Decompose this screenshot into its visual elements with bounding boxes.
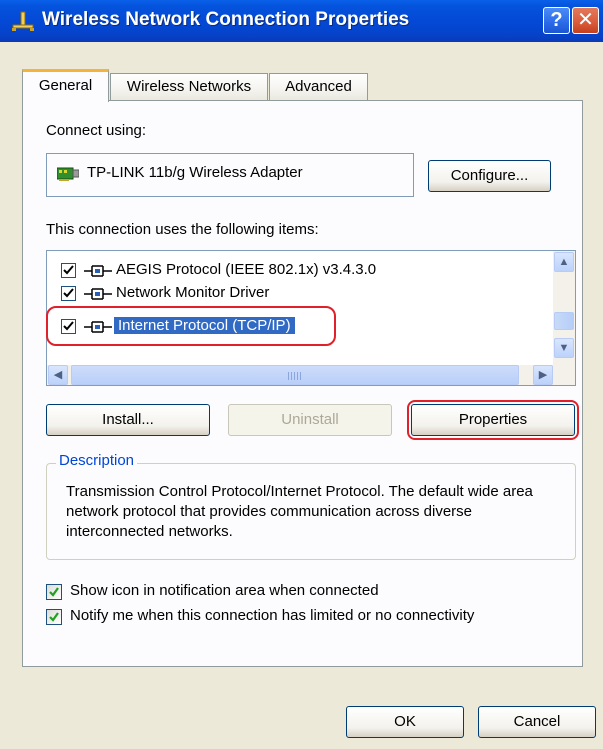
- adapter-name: TP-LINK 11b/g Wireless Adapter: [87, 164, 303, 181]
- scroll-right-button[interactable]: ▶: [533, 365, 553, 385]
- item-checkbox[interactable]: [61, 319, 76, 334]
- item-checkbox[interactable]: [61, 263, 76, 278]
- items-label: This connection uses the following items…: [46, 221, 319, 238]
- adapter-box: TP-LINK 11b/g Wireless Adapter: [46, 153, 414, 197]
- checkmark-icon: [63, 265, 74, 275]
- title-bar[interactable]: Wireless Network Connection Properties ?…: [0, 0, 603, 42]
- tab-advanced[interactable]: Advanced: [269, 73, 368, 101]
- components-list[interactable]: AEGIS Protocol (IEEE 802.1x) v3.4.3.0 Ne…: [46, 250, 576, 386]
- properties-button[interactable]: Properties: [411, 404, 575, 436]
- configure-button[interactable]: Configure...: [428, 160, 551, 192]
- scroll-left-button[interactable]: ◀: [48, 365, 68, 385]
- ok-button[interactable]: OK: [346, 706, 464, 738]
- horizontal-scroll-thumb[interactable]: [71, 365, 519, 385]
- install-button[interactable]: Install...: [46, 404, 210, 436]
- uninstall-button: Uninstall: [228, 404, 392, 436]
- connect-using-label: Connect using:: [46, 122, 147, 139]
- item-label: Internet Protocol (TCP/IP): [114, 317, 295, 334]
- network-protocol-icon: [84, 288, 112, 300]
- vertical-scrollbar[interactable]: ▲ ▼: [553, 251, 575, 366]
- network-connection-icon: [12, 11, 34, 31]
- checkmark-icon: [63, 321, 74, 331]
- description-text: Transmission Control Protocol/Internet P…: [66, 483, 533, 540]
- properties-dialog: Wireless Network Connection Properties ?…: [0, 0, 603, 749]
- scroll-grip-icon: [288, 372, 302, 380]
- tab-wireless-networks[interactable]: Wireless Networks: [110, 73, 268, 101]
- show-icon-label[interactable]: Show icon in notification area when conn…: [70, 582, 379, 599]
- network-adapter-icon: [57, 167, 79, 181]
- scroll-up-button[interactable]: ▲: [554, 252, 574, 272]
- network-protocol-icon: [84, 321, 112, 333]
- item-label: Network Monitor Driver: [116, 284, 270, 301]
- show-icon-checkbox[interactable]: [46, 584, 62, 600]
- horizontal-scrollbar[interactable]: ◀ ▶: [47, 365, 575, 385]
- notify-checkbox[interactable]: [46, 609, 62, 625]
- description-title: Description: [56, 452, 138, 469]
- item-checkbox[interactable]: [61, 286, 76, 301]
- checkmark-icon: [63, 288, 74, 298]
- close-button[interactable]: ✕: [572, 7, 599, 34]
- tab-general[interactable]: General: [22, 69, 109, 102]
- scroll-down-button[interactable]: ▼: [554, 338, 574, 358]
- checkmark-icon: [49, 587, 59, 597]
- help-button[interactable]: ?: [543, 7, 570, 34]
- notify-label[interactable]: Notify me when this connection has limit…: [70, 607, 474, 624]
- item-label: AEGIS Protocol (IEEE 802.1x) v3.4.3.0: [116, 261, 377, 278]
- checkmark-icon: [49, 612, 59, 622]
- cancel-button[interactable]: Cancel: [478, 706, 596, 738]
- vertical-scroll-thumb[interactable]: [554, 312, 574, 330]
- network-protocol-icon: [84, 265, 112, 277]
- window-title: Wireless Network Connection Properties: [42, 9, 410, 30]
